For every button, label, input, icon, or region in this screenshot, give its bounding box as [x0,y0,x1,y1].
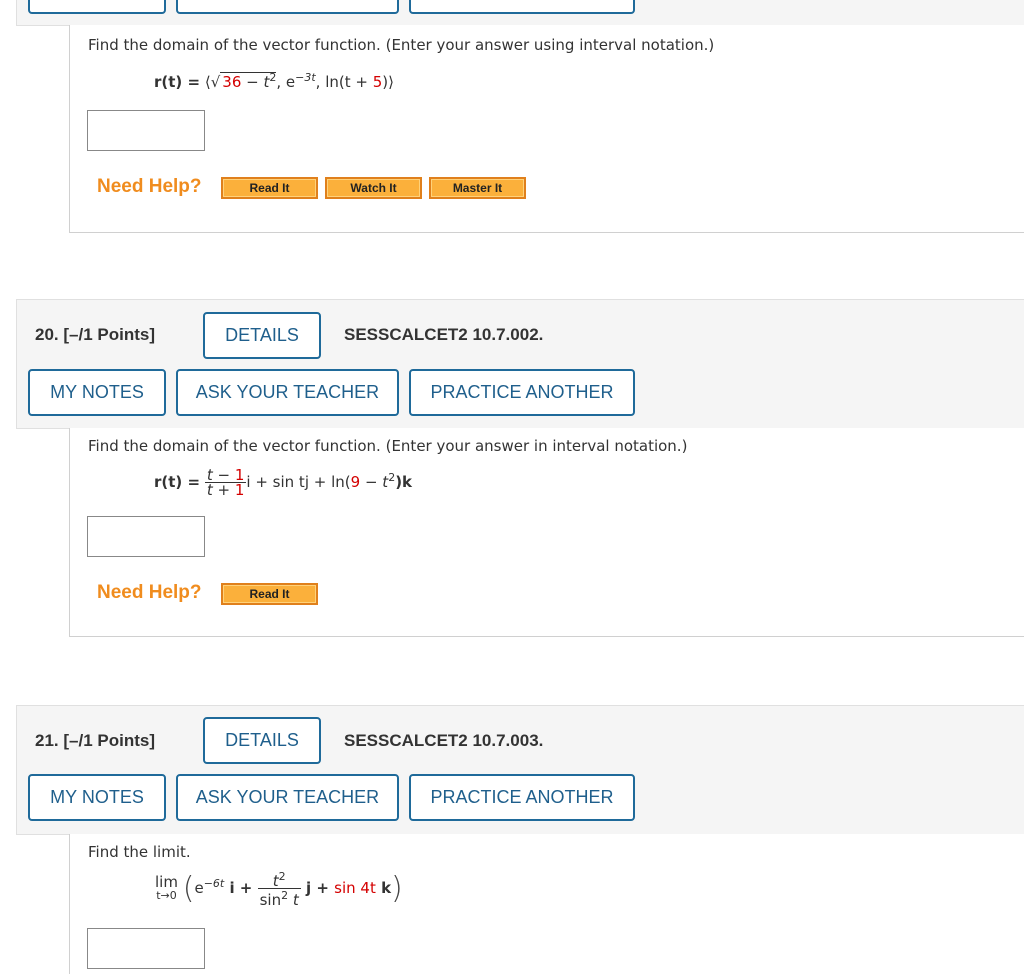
q19-watch-it-button[interactable]: Watch It [325,177,422,199]
q19-ask-teacher-button[interactable]: ASK YOUR TEACHER [176,0,399,14]
q19-prompt: Find the domain of the vector function. … [88,36,715,54]
q21-practice-another-button[interactable]: PRACTICE ANOTHER [409,774,635,821]
q20-ask-teacher-button[interactable]: ASK YOUR TEACHER [176,369,399,416]
q20-formula-lhs: r(t) = [154,473,201,491]
q19-angle-open: ⟨√ [204,73,221,91]
q19-formula-lhs: r(t) = [154,73,201,91]
q20-my-notes-button[interactable]: MY NOTES [28,369,166,416]
q21-code: SESSCALCET2 10.7.003. [344,731,544,750]
q19-sqrt-body: 36 − t2 [220,71,277,91]
q20-practice-another-button[interactable]: PRACTICE ANOTHER [409,369,635,416]
q21-limit: lim t→0 [155,872,178,902]
q20-answer-input[interactable] [87,516,205,557]
q20-code: SESSCALCET2 10.7.002. [344,325,544,344]
q21-my-notes-button[interactable]: MY NOTES [28,774,166,821]
q19-read-it-button[interactable]: Read It [221,177,318,199]
q19-answer-input[interactable] [87,110,205,151]
q19-practice-another-button[interactable]: PRACTICE ANOTHER [409,0,635,14]
q21-fraction: t2 sin2 t [257,870,301,909]
q21-prompt: Find the limit. [88,843,191,861]
q20-read-it-button[interactable]: Read It [221,583,318,605]
q20-details-button[interactable]: DETAILS [203,312,321,359]
q19-body [69,25,1024,233]
q19-my-notes-button[interactable]: MY NOTES [28,0,166,14]
q21-formula: lim t→0 (e−6t i + t2 sin2 t j + sin 4t k) [155,870,403,909]
q21-paren-close: ) [391,871,403,906]
q20-body [69,428,1024,637]
q20-formula: r(t) = t − 1 t + 1 i + sin tj + ln(9 − t… [154,466,413,499]
q19-master-it-button[interactable]: Master It [429,177,526,199]
q21-answer-input[interactable] [87,928,205,969]
q21-details-button[interactable]: DETAILS [203,717,321,764]
q21-ask-teacher-button[interactable]: ASK YOUR TEACHER [176,774,399,821]
q20-number: 20. [–/1 Points] [35,325,155,344]
q20-prompt: Find the domain of the vector function. … [88,437,688,455]
q21-number: 21. [–/1 Points] [35,731,155,750]
q20-need-help-label: Need Help? [97,582,202,603]
q20-fraction: t − 1 t + 1 [204,466,247,499]
q19-formula: r(t) = ⟨√ 36 − t2, e−3t, ln(t + 5)⟩ [154,71,394,91]
q21-paren-open: ( [182,871,195,906]
q19-need-help-label: Need Help? [97,176,202,197]
